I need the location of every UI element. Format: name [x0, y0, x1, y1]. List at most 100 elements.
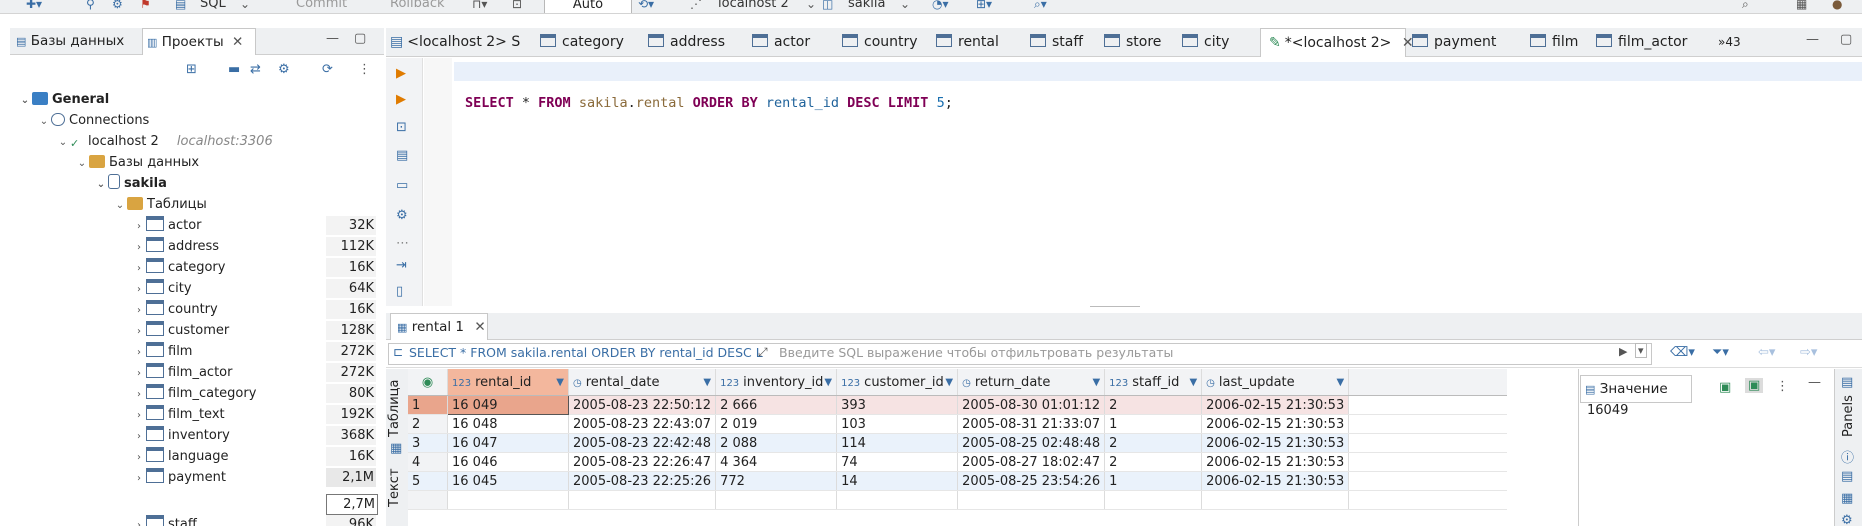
output-icon[interactable]: ▭	[396, 178, 408, 193]
filter-input-box[interactable]: ⊏ SELECT * FROM sakila.rental ORDER BY r…	[388, 343, 1652, 365]
export-icon[interactable]: ⇥	[396, 258, 407, 273]
rollback-button[interactable]: Rollback	[390, 0, 445, 11]
table-cell[interactable]: 74	[836, 452, 959, 472]
chevron-right-icon[interactable]: ›	[132, 384, 146, 405]
table-cell[interactable]: 2005-08-23 22:43:07	[568, 414, 717, 434]
tree-node-connection[interactable]: ⌄ ✓ localhost 2 localhost:3306	[56, 131, 273, 152]
table-cell[interactable]: 2	[1104, 452, 1203, 472]
tab-sql-script[interactable]: ▤ <localhost 2> S	[390, 28, 520, 56]
collapse-all-icon[interactable]: ▬	[228, 62, 240, 77]
table-cell[interactable]: 2 019	[715, 414, 838, 434]
table-cell[interactable]: 114	[836, 433, 959, 453]
value-panel-tab[interactable]: ▤ Значение	[1580, 375, 1692, 403]
tab-grid-view[interactable]: Таблица	[387, 380, 402, 438]
row-number[interactable]: 3	[408, 433, 448, 453]
chevron-down-icon[interactable]: ⌄	[900, 0, 910, 11]
tree-node-table[interactable]: › actor	[132, 215, 202, 236]
row-number[interactable]: 1	[408, 395, 448, 415]
link-editor-icon[interactable]: ⇄	[250, 62, 261, 77]
back-icon[interactable]: ⇦▾	[1758, 345, 1775, 360]
table-cell[interactable]: 2006-02-15 21:30:53	[1201, 452, 1350, 472]
perspective-icon[interactable]: ▦	[1796, 0, 1807, 11]
tree-node-tables[interactable]: ⌄ Таблицы	[113, 194, 207, 215]
tab-actor[interactable]: actor	[752, 28, 810, 56]
tree-node-general[interactable]: ⌄ General	[18, 89, 109, 110]
transaction-mode-icon[interactable]: ⊓▾	[472, 0, 487, 11]
tree-node-table[interactable]: › staff	[132, 514, 197, 526]
sort-icon[interactable]: ▼	[1337, 377, 1345, 388]
column-header[interactable]: ◷ last_update ▼	[1201, 369, 1350, 396]
info-icon[interactable]: ⓘ	[1841, 447, 1854, 466]
chevron-down-icon[interactable]: ⌄	[806, 0, 816, 11]
gear-icon[interactable]: ⚙	[396, 208, 408, 223]
execute-script-icon[interactable]: ▶	[396, 92, 406, 107]
tree-node-table[interactable]: › payment	[132, 467, 226, 488]
tab-projects[interactable]: ▥ Проекты ✕	[142, 28, 256, 55]
tree-node-databases[interactable]: ⌄ Базы данных	[75, 152, 199, 173]
column-header[interactable]: 123 staff_id ▼	[1104, 369, 1203, 396]
tree-node-connections[interactable]: ⌄ Connections	[37, 110, 149, 131]
table-cell[interactable]: 2005-08-30 01:01:12	[957, 395, 1106, 415]
lock-icon[interactable]: ⊡	[512, 0, 522, 11]
value-text[interactable]: 16049	[1587, 403, 1628, 418]
tab-rental[interactable]: rental	[936, 28, 999, 56]
commit-button[interactable]: Commit	[296, 0, 347, 11]
tab-country[interactable]: country	[842, 28, 918, 56]
dashboard-icon[interactable]: ◔▾	[932, 0, 949, 11]
chevron-down-icon[interactable]: ⌄	[18, 90, 32, 111]
table-cell[interactable]: 2006-02-15 21:30:53	[1201, 395, 1350, 415]
minimize-icon[interactable]: —	[326, 31, 339, 46]
panel-icon[interactable]: ▤	[1841, 375, 1853, 390]
filter-icon[interactable]: ⏷▾	[1712, 345, 1729, 360]
table-cell[interactable]: 2005-08-23 22:50:12	[568, 395, 717, 415]
row-number[interactable]: 4	[408, 452, 448, 472]
search-icon[interactable]: ⌕▾	[1034, 0, 1047, 12]
column-header[interactable]: ◷ return_date ▼	[957, 369, 1106, 396]
table-cell[interactable]: 2006-02-15 21:30:53	[1201, 414, 1350, 434]
chevron-right-icon[interactable]: ›	[132, 405, 146, 426]
chevron-right-icon[interactable]: ›	[132, 300, 146, 321]
save-icon[interactable]: ▣	[1719, 380, 1731, 395]
reconnect-icon[interactable]: ⚙	[112, 0, 123, 11]
tab-payment[interactable]: payment	[1412, 28, 1496, 56]
grid-icon[interactable]: ▤	[1841, 469, 1853, 484]
chevron-down-icon[interactable]: ⌄	[240, 0, 250, 11]
chevron-right-icon[interactable]: ›	[132, 426, 146, 447]
table-cell[interactable]: 16 046	[447, 452, 569, 472]
column-header[interactable]: 123 inventory_id ▼	[715, 369, 838, 396]
table-row[interactable]: 4 16 046 2005-08-23 22:26:47 4 364 74 20…	[408, 452, 1508, 472]
tree-node-table[interactable]: › film_actor	[132, 362, 232, 383]
close-icon[interactable]: ✕	[232, 34, 243, 50]
table-cell[interactable]: 4 364	[715, 452, 838, 472]
explain-icon[interactable]: ⊡	[396, 120, 407, 135]
table-cell[interactable]: 2	[1104, 395, 1203, 415]
more-tabs-button[interactable]: »43	[1718, 28, 1741, 56]
history-icon[interactable]: ⟲▾	[638, 0, 654, 11]
tab-staff[interactable]: staff	[1030, 28, 1083, 56]
table-cell[interactable]: 2006-02-15 21:30:53	[1201, 433, 1350, 453]
tree-node-table[interactable]: › film	[132, 341, 192, 362]
new-folder-icon[interactable]: ⊞	[186, 62, 197, 77]
tree-node-table[interactable]: › city	[132, 278, 192, 299]
table-cell[interactable]: 393	[836, 395, 959, 415]
tab-category[interactable]: category	[540, 28, 624, 56]
chevron-right-icon[interactable]: ›	[132, 237, 146, 258]
table-cell[interactable]: 1	[1104, 414, 1203, 434]
chevron-down-icon[interactable]: ⌄	[94, 174, 108, 195]
table-row[interactable]: 5 16 045 2005-08-23 22:25:26 772 14 2005…	[408, 471, 1508, 491]
tree-node-table[interactable]: › category	[132, 257, 225, 278]
table-cell[interactable]: 2005-08-23 22:42:48	[568, 433, 717, 453]
more-icon[interactable]: ⋮	[1776, 379, 1789, 394]
sql-editor-icon[interactable]: ▤	[175, 0, 186, 11]
table-row[interactable]: 2 16 048 2005-08-23 22:43:07 2 019 103 2…	[408, 414, 1508, 434]
new-connection-icon[interactable]: ✚▾	[26, 0, 42, 11]
chevron-down-icon[interactable]: ▾	[1635, 343, 1647, 358]
column-header[interactable]: 123 customer_id ▼	[836, 369, 959, 396]
close-icon[interactable]: ✕	[474, 319, 485, 335]
tree-node-table[interactable]: › film_text	[132, 404, 225, 425]
grid-icon[interactable]: ▦	[390, 441, 402, 456]
table-cell[interactable]: 2005-08-23 22:26:47	[568, 452, 717, 472]
more-icon[interactable]: ⋮	[358, 62, 371, 77]
play-icon[interactable]: ▶	[1619, 345, 1627, 358]
sort-icon[interactable]: ▼	[556, 377, 564, 388]
